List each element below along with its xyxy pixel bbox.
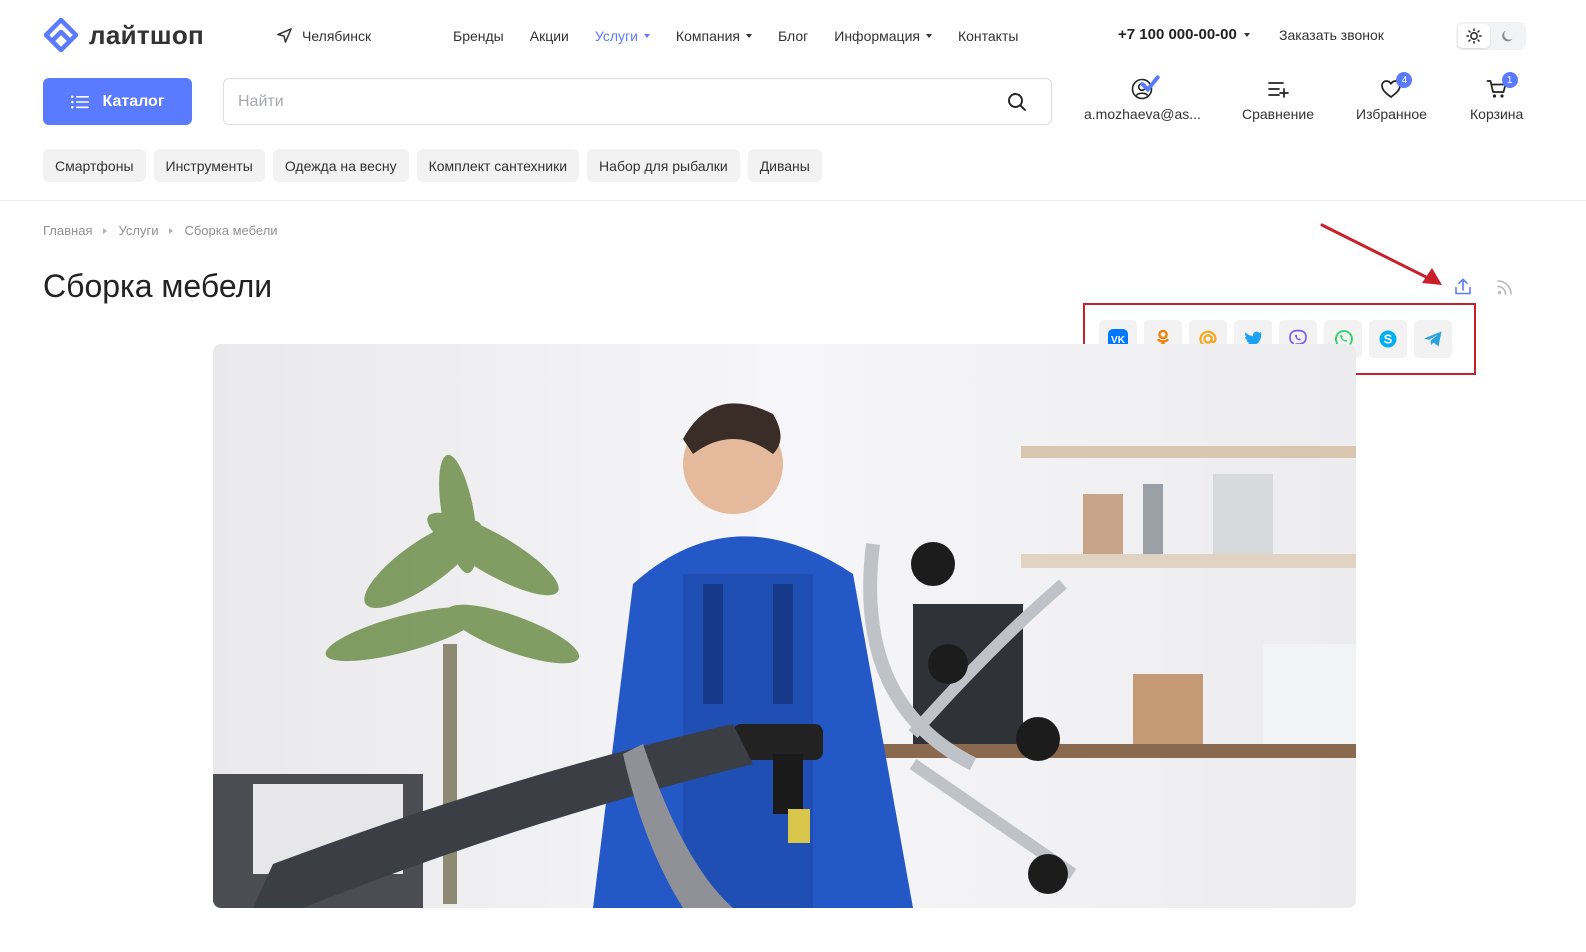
theme-toggle [1456, 22, 1526, 50]
tag-smartphones[interactable]: Смартфоны [43, 149, 146, 182]
nav-item-contacts[interactable]: Контакты [958, 28, 1018, 44]
nav-item-company[interactable]: Компания [676, 28, 752, 44]
share-telegram-button[interactable] [1414, 320, 1452, 358]
header-divider [0, 200, 1586, 201]
breadcrumb-services[interactable]: Услуги [118, 223, 158, 238]
caret-down-icon [746, 34, 752, 38]
caret-down-icon [1243, 32, 1250, 37]
nav-item-brands[interactable]: Бренды [453, 28, 504, 44]
compare-list-icon [1268, 82, 1289, 98]
list-icon [70, 95, 89, 108]
account-label: a.mozhaeva@as... [1084, 106, 1201, 122]
breadcrumb-home[interactable]: Главная [43, 223, 92, 238]
favorites-label: Избранное [1356, 106, 1427, 122]
furniture-assembly-photo [213, 344, 1356, 908]
favorites-count-badge: 4 [1396, 72, 1413, 88]
theme-dark-option[interactable] [1492, 24, 1524, 48]
tag-fishing-set[interactable]: Набор для рыбалки [587, 149, 740, 182]
hero-image [213, 344, 1356, 908]
share-icon[interactable] [1453, 277, 1473, 297]
logo-text: лайтшоп [89, 19, 205, 50]
share-skype-button[interactable]: S [1369, 320, 1407, 358]
search-bar [223, 78, 1052, 125]
logo[interactable]: лайтшоп [43, 17, 204, 53]
caret-down-icon [925, 34, 932, 38]
favorites-button[interactable]: 4 Избранное [1356, 72, 1427, 122]
compare-label: Сравнение [1242, 106, 1314, 122]
search-icon[interactable] [1007, 92, 1027, 112]
verified-check-icon [1140, 75, 1161, 93]
telegram-icon [1424, 331, 1442, 347]
phone-number: +7 100 000-00-00 [1118, 26, 1237, 43]
skype-icon: S [1379, 330, 1397, 348]
main-nav: Бренды Акции Услуги Компания Блог Информ… [453, 28, 1018, 44]
top-header: лайтшоп Челябинск Бренды Акции Услуги Ко… [0, 0, 1586, 72]
callback-link[interactable]: Заказать звонок [1279, 27, 1384, 43]
compare-button[interactable]: Сравнение [1242, 76, 1314, 122]
nav-item-sales[interactable]: Акции [530, 28, 569, 44]
search-input[interactable] [238, 92, 1007, 111]
nav-item-blog[interactable]: Блог [778, 28, 808, 44]
cart-label: Корзина [1470, 106, 1524, 122]
page-title: Сборка мебели [43, 268, 273, 304]
breadcrumb-current: Сборка мебели [184, 223, 278, 238]
catalog-button[interactable]: Каталог [43, 78, 192, 125]
quick-tags: Смартфоны Инструменты Одежда на весну Ко… [43, 149, 822, 182]
city-selector[interactable]: Челябинск [276, 27, 371, 44]
tag-plumbing-set[interactable]: Комплект сантехники [416, 149, 580, 182]
breadcrumb-separator-icon [169, 227, 174, 234]
navigation-arrow-icon [277, 28, 292, 43]
tag-sofas[interactable]: Диваны [747, 149, 822, 182]
nav-item-information[interactable]: Информация [834, 28, 932, 44]
logo-icon [43, 17, 79, 53]
catalog-label: Каталог [102, 92, 165, 110]
breadcrumb-separator-icon [103, 227, 108, 234]
annotation-arrow-icon [1320, 223, 1442, 285]
nav-item-services[interactable]: Услуги [595, 28, 650, 44]
svg-text:S: S [1384, 332, 1393, 347]
phone-dropdown[interactable]: +7 100 000-00-00 [1118, 26, 1250, 43]
tag-tools[interactable]: Инструменты [153, 149, 265, 182]
tag-spring-clothes[interactable]: Одежда на весну [272, 149, 409, 182]
cart-button[interactable]: 1 Корзина [1470, 72, 1524, 122]
moon-icon [1502, 30, 1513, 42]
caret-down-icon [643, 34, 650, 38]
sun-icon [1466, 28, 1482, 44]
city-label: Челябинск [302, 27, 372, 44]
account-button[interactable]: a.mozhaeva@as... [1084, 75, 1201, 122]
cart-count-badge: 1 [1501, 72, 1518, 88]
breadcrumb: Главная Услуги Сборка мебели [43, 223, 278, 238]
theme-light-option[interactable] [1458, 24, 1490, 48]
rss-icon[interactable] [1496, 278, 1514, 296]
